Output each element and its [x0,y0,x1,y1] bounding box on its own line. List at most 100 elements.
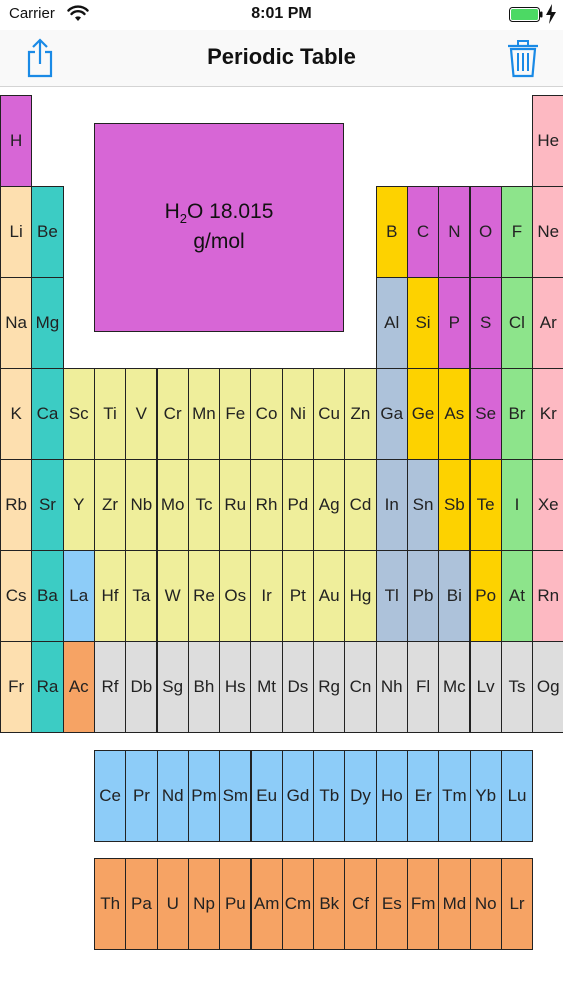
element-li[interactable]: Li [0,186,33,278]
element-er[interactable]: Er [407,750,440,842]
element-sm[interactable]: Sm [219,750,252,842]
element-at[interactable]: At [500,550,534,642]
element-br[interactable]: Br [500,368,534,460]
element-ds[interactable]: Ds [281,641,314,733]
element-gd[interactable]: Gd [281,750,315,842]
element-os[interactable]: Os [219,550,252,642]
element-re[interactable]: Re [187,550,221,642]
element-f[interactable]: F [500,186,534,278]
element-no[interactable]: No [469,858,502,950]
element-pb[interactable]: Pb [406,550,440,642]
element-be[interactable]: Be [31,186,64,278]
element-ni[interactable]: Ni [281,368,314,460]
element-ce[interactable]: Ce [94,750,127,842]
element-mo[interactable]: Mo [156,459,189,551]
element-es[interactable]: Es [375,858,408,950]
element-ra[interactable]: Ra [31,641,64,733]
element-ne[interactable]: Ne [532,186,563,278]
element-bi[interactable]: Bi [438,550,471,642]
element-ar[interactable]: Ar [532,277,563,369]
element-as[interactable]: As [438,368,471,460]
element-si[interactable]: Si [406,277,440,369]
element-yb[interactable]: Yb [469,750,502,842]
element-fl[interactable]: Fl [406,641,440,733]
element-nb[interactable]: Nb [125,459,158,551]
element-fr[interactable]: Fr [0,641,33,733]
element-cd[interactable]: Cd [344,459,377,551]
element-mc[interactable]: Mc [438,641,471,733]
element-he[interactable]: He [532,95,563,187]
element-cm[interactable]: Cm [281,858,315,950]
element-nd[interactable]: Nd [156,750,189,842]
element-ru[interactable]: Ru [219,459,252,551]
element-mg[interactable]: Mg [31,277,64,369]
element-fe[interactable]: Fe [219,368,252,460]
element-rb[interactable]: Rb [0,459,33,551]
element-cs[interactable]: Cs [0,550,33,642]
element-am[interactable]: Am [250,858,283,950]
element-sc[interactable]: Sc [62,368,95,460]
element-ba[interactable]: Ba [31,550,64,642]
element-ti[interactable]: Ti [93,368,127,460]
element-la[interactable]: La [62,550,95,642]
element-th[interactable]: Th [94,858,127,950]
element-sn[interactable]: Sn [406,459,440,551]
element-dy[interactable]: Dy [344,750,377,842]
trash-icon[interactable] [505,38,541,78]
element-md[interactable]: Md [438,858,471,950]
element-hg[interactable]: Hg [344,550,377,642]
element-rn[interactable]: Rn [532,550,563,642]
element-pu[interactable]: Pu [219,858,252,950]
element-pm[interactable]: Pm [187,750,221,842]
element-y[interactable]: Y [62,459,95,551]
element-i[interactable]: I [500,459,534,551]
element-tb[interactable]: Tb [313,750,346,842]
element-bh[interactable]: Bh [187,641,221,733]
element-og[interactable]: Og [532,641,563,733]
element-n[interactable]: N [438,186,471,278]
element-mt[interactable]: Mt [250,641,283,733]
element-ta[interactable]: Ta [125,550,158,642]
element-ir[interactable]: Ir [250,550,283,642]
element-o[interactable]: O [469,186,502,278]
element-k[interactable]: K [0,368,33,460]
element-ts[interactable]: Ts [500,641,534,733]
element-fm[interactable]: Fm [407,858,440,950]
element-w[interactable]: W [156,550,189,642]
element-ca[interactable]: Ca [31,368,64,460]
element-h[interactable]: H [0,95,33,187]
element-zn[interactable]: Zn [344,368,377,460]
element-ga[interactable]: Ga [375,368,408,460]
element-cu[interactable]: Cu [313,368,346,460]
element-rf[interactable]: Rf [93,641,127,733]
element-ac[interactable]: Ac [62,641,95,733]
element-mn[interactable]: Mn [187,368,221,460]
element-ag[interactable]: Ag [313,459,346,551]
element-ge[interactable]: Ge [406,368,440,460]
element-db[interactable]: Db [125,641,158,733]
element-p[interactable]: P [438,277,471,369]
element-pt[interactable]: Pt [281,550,314,642]
element-rg[interactable]: Rg [313,641,346,733]
element-v[interactable]: V [125,368,158,460]
element-np[interactable]: Np [187,858,221,950]
element-po[interactable]: Po [469,550,502,642]
element-te[interactable]: Te [469,459,502,551]
element-sb[interactable]: Sb [438,459,471,551]
element-s[interactable]: S [469,277,502,369]
element-lr[interactable]: Lr [500,858,534,950]
element-nh[interactable]: Nh [375,641,408,733]
element-tm[interactable]: Tm [438,750,471,842]
element-eu[interactable]: Eu [250,750,283,842]
element-lv[interactable]: Lv [469,641,502,733]
element-au[interactable]: Au [313,550,346,642]
element-zr[interactable]: Zr [93,459,127,551]
element-al[interactable]: Al [375,277,408,369]
element-pr[interactable]: Pr [125,750,158,842]
element-lu[interactable]: Lu [500,750,534,842]
element-cn[interactable]: Cn [344,641,377,733]
element-hf[interactable]: Hf [93,550,127,642]
element-c[interactable]: C [406,186,440,278]
element-pa[interactable]: Pa [125,858,158,950]
element-tc[interactable]: Tc [187,459,221,551]
